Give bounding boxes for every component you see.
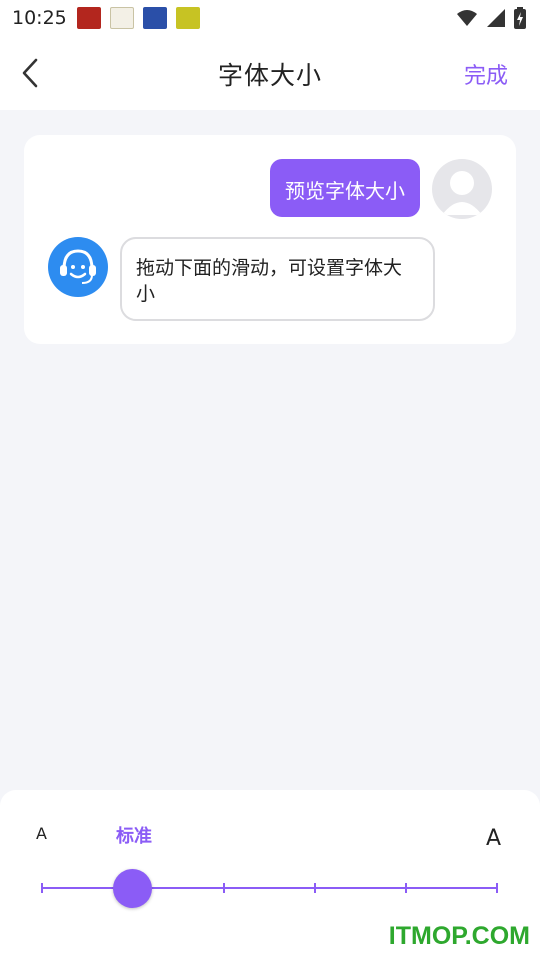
- user-message-bubble: 预览字体大小: [270, 159, 420, 217]
- font-size-slider-thumb[interactable]: [113, 869, 152, 908]
- app-icon-yk: [109, 7, 134, 29]
- signal-icon: [487, 9, 505, 27]
- app-icon-red: [76, 7, 101, 29]
- page-title: 字体大小: [217, 61, 322, 90]
- status-bar: 10:25: [0, 0, 540, 36]
- battery-icon: [514, 7, 526, 29]
- nav-bar: 字体大小 完成: [0, 36, 540, 110]
- user-avatar: [432, 159, 492, 219]
- preview-card: 预览字体大小 拖动下面的滑动，可设置字体大小: [24, 135, 516, 344]
- bot-message-bubble: 拖动下面的滑动，可设置字体大小: [120, 237, 435, 321]
- headset-icon: [60, 249, 96, 284]
- bot-avatar: [48, 237, 108, 297]
- watermark: ITMOP.COM: [388, 922, 530, 950]
- done-button[interactable]: 完成: [464, 58, 508, 90]
- status-time: 10:25: [12, 7, 67, 29]
- app-icon-green: [175, 7, 200, 29]
- wifi-icon: [457, 10, 477, 26]
- status-indicators: [456, 7, 526, 29]
- app-icon-blue: [142, 7, 167, 29]
- user-silhouette-icon: [442, 171, 482, 215]
